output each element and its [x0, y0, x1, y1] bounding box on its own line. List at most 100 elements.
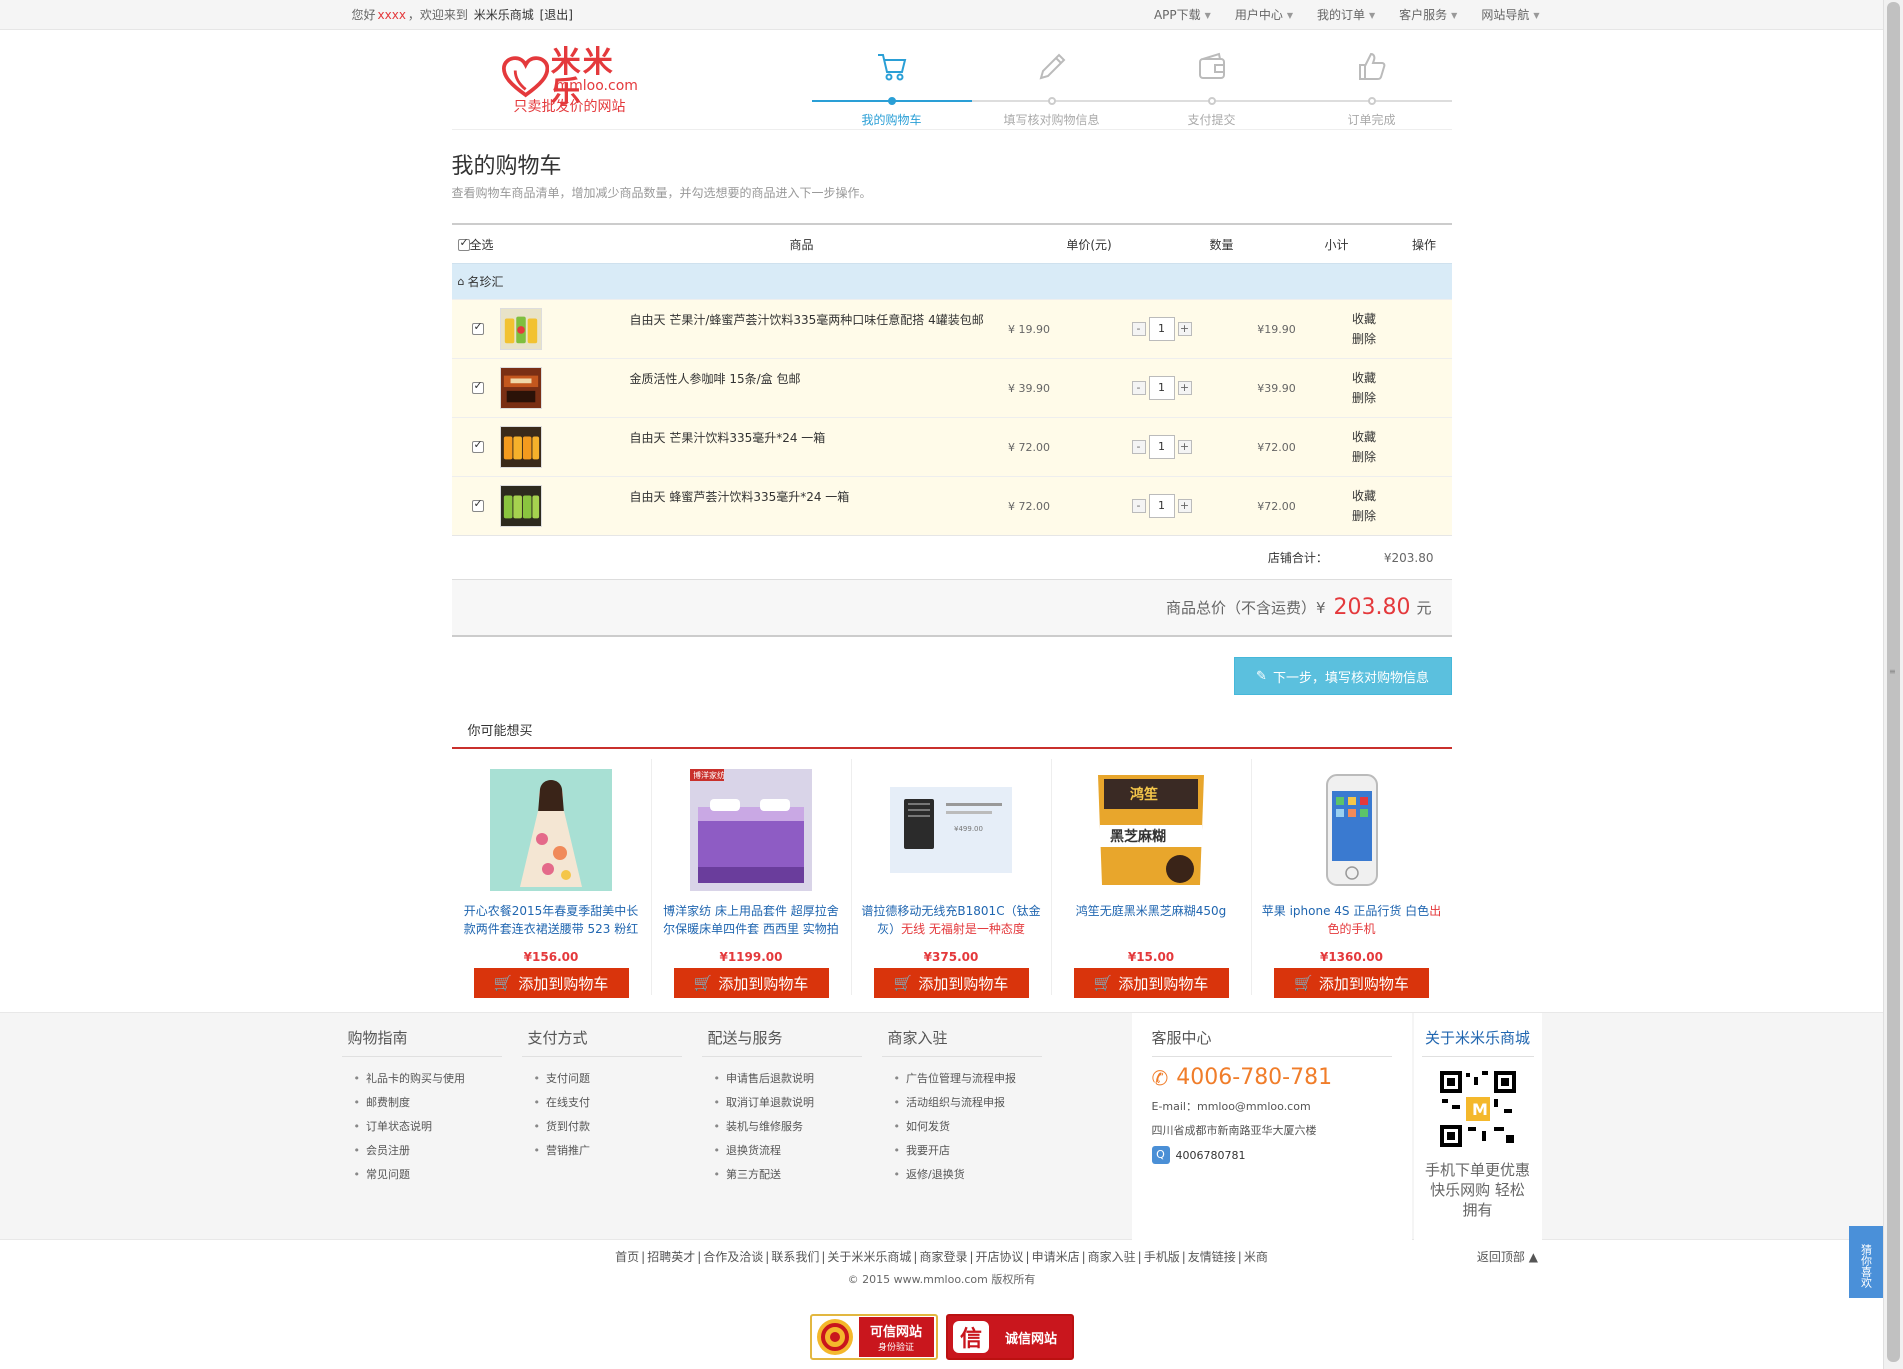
guess-you-like-tab[interactable]: 猜你喜欢 — [1849, 1226, 1883, 1298]
add-to-cart-button[interactable]: 🛒 添加到购物车 — [1274, 968, 1429, 998]
qty-decrease-button[interactable]: - — [1131, 322, 1146, 336]
footer-link[interactable]: 我要开店 — [894, 1139, 1042, 1163]
trusted-site-badge[interactable]: 可信网站 身份验证 — [809, 1314, 938, 1360]
page-scrollbar[interactable]: ≡ — [1883, 0, 1903, 1369]
footer-bottom-link[interactable]: 联系我们 — [771, 1250, 819, 1264]
footer-link[interactable]: 退换货流程 — [714, 1139, 862, 1163]
menu-user-center[interactable]: 用户中心 ▼ — [1223, 0, 1305, 31]
footer-bottom-link[interactable]: 关于米米乐商城 — [827, 1250, 911, 1264]
footer-link[interactable]: 礼品卡的购买与使用 — [354, 1067, 502, 1091]
delete-link[interactable]: 删除 — [1337, 506, 1392, 526]
favorite-link[interactable]: 收藏 — [1337, 368, 1392, 388]
footer-link[interactable]: 会员注册 — [354, 1139, 502, 1163]
product-title-link[interactable]: 谱拉德移动无线充B1801C（钛金灰）无线 无福射是一种态度 — [861, 904, 1040, 936]
username-link[interactable]: xxxx — [378, 8, 406, 22]
favorite-link[interactable]: 收藏 — [1337, 427, 1392, 447]
add-to-cart-button[interactable]: 🛒 添加到购物车 — [1073, 968, 1229, 998]
qq-icon[interactable]: Q — [1151, 1146, 1170, 1164]
menu-my-orders[interactable]: 我的订单 ▼ — [1305, 0, 1387, 31]
footer-link[interactable]: 活动组织与流程申报 — [894, 1091, 1042, 1115]
delete-link[interactable]: 删除 — [1337, 329, 1392, 349]
add-to-cart-label: 添加到购物车 — [718, 974, 809, 993]
cart-table: 全选 商品 单价(元) 数量 小计 操作 ⌂ 名珍汇 自由天 芒果汁/蜂蜜芦荟汁… — [451, 223, 1452, 637]
footer-bottom-link[interactable]: 合作及洽谈 — [703, 1250, 763, 1264]
footer-link[interactable]: 广告位管理与流程申报 — [894, 1067, 1042, 1091]
qty-increase-button[interactable]: + — [1177, 499, 1192, 513]
product-image[interactable] — [1290, 769, 1413, 891]
product-title-link[interactable]: 鸿笙无庭黑米黑芝麻糊450g — [1076, 904, 1227, 918]
qty-increase-button[interactable]: + — [1177, 322, 1192, 336]
product-name-link[interactable]: 自由天 芒果汁/蜂蜜芦荟汁饮料335毫两种口味任意配搭 4罐装包邮 — [630, 311, 984, 328]
qty-input[interactable]: 1 — [1148, 435, 1175, 459]
product-image[interactable]: ¥499.00 — [890, 769, 1012, 891]
footer-link[interactable]: 第三方配送 — [714, 1163, 862, 1187]
cart-item-row: 金质活性人参咖啡 15条/盒 包邮 ¥ 39.90 -1+ ¥39.90 收藏删… — [451, 358, 1452, 417]
footer-link[interactable]: 装机与维修服务 — [714, 1115, 862, 1139]
add-to-cart-button[interactable]: 🛒 添加到购物车 — [473, 968, 629, 998]
quantity-stepper: -1 + — [1131, 317, 1192, 341]
qty-decrease-button[interactable]: - — [1131, 381, 1146, 395]
main-content: 我的购物车 查看购物车商品清单，增加减少商品数量，并勾选想要的商品进入下一步操作… — [451, 148, 1452, 998]
footer-bottom-link[interactable]: 米商 — [1244, 1250, 1268, 1264]
menu-site-nav[interactable]: 网站导航 ▼ — [1469, 0, 1551, 31]
qty-decrease-button[interactable]: - — [1131, 499, 1146, 513]
footer-link[interactable]: 如何发货 — [894, 1115, 1042, 1139]
footer-link[interactable]: 返修/退换货 — [894, 1163, 1042, 1187]
footer-bottom-link[interactable]: 商家入驻 — [1088, 1250, 1136, 1264]
footer-link[interactable]: 货到付款 — [534, 1115, 682, 1139]
footer-bottom-link[interactable]: 开店协议 — [976, 1250, 1024, 1264]
footer-link[interactable]: 订单状态说明 — [354, 1115, 502, 1139]
qty-input[interactable]: 1 — [1148, 494, 1175, 518]
qty-increase-button[interactable]: + — [1177, 440, 1192, 454]
next-step-button[interactable]: ✎ 下一步，填写核对购物信息 — [1233, 657, 1452, 695]
item-checkbox[interactable] — [471, 379, 484, 394]
qty-input[interactable]: 1 — [1148, 376, 1175, 400]
footer-bottom-link[interactable]: 申请米店 — [1032, 1250, 1080, 1264]
shop-name-link[interactable]: 名珍汇 — [467, 273, 503, 290]
footer-bottom-link[interactable]: 招聘英才 — [647, 1250, 695, 1264]
favorite-link[interactable]: 收藏 — [1337, 309, 1392, 329]
product-name-link[interactable]: 金质活性人参咖啡 15条/盒 包邮 — [630, 370, 801, 387]
back-to-top-link[interactable]: 返回顶部 ▲ — [1477, 1248, 1538, 1265]
delete-link[interactable]: 删除 — [1337, 388, 1392, 408]
product-image[interactable] — [490, 769, 612, 891]
favorite-link[interactable]: 收藏 — [1337, 486, 1392, 506]
add-to-cart-button[interactable]: 🛒 添加到购物车 — [673, 968, 829, 998]
product-image[interactable]: 鸿笙黑芝麻糊 — [1090, 769, 1212, 891]
delete-link[interactable]: 删除 — [1337, 447, 1392, 467]
footer-link[interactable]: 营销推广 — [534, 1139, 682, 1163]
integrity-site-badge[interactable]: 信 诚信网站 — [945, 1314, 1074, 1360]
item-checkbox[interactable] — [471, 497, 484, 512]
footer-link[interactable]: 申请售后退款说明 — [714, 1067, 862, 1091]
product-title-link[interactable]: 博洋家纺 床上用品套件 超厚拉舍尔保暖床单四件套 西西里 实物拍 — [663, 904, 839, 936]
qty-decrease-button[interactable]: - — [1131, 440, 1146, 454]
site-logo[interactable]: 米米乐 mmloo.com 只卖批发价的网站 — [501, 48, 642, 118]
site-name-link[interactable]: 米米乐商城 — [474, 8, 534, 22]
scrollbar-thumb[interactable] — [1887, 2, 1900, 1362]
product-image[interactable]: 博洋家纺 — [690, 769, 812, 891]
product-title-link[interactable]: 苹果 iphone 4S 正品行货 白色出色的手机 — [1262, 904, 1441, 936]
footer-link[interactable]: 取消订单退款说明 — [714, 1091, 862, 1115]
footer-link[interactable]: 邮费制度 — [354, 1091, 502, 1115]
product-name-link[interactable]: 自由天 芒果汁饮料335毫升*24 一箱 — [630, 429, 826, 446]
footer-bottom-link[interactable]: 商家登录 — [919, 1250, 967, 1264]
footer-link[interactable]: 支付问题 — [534, 1067, 682, 1091]
step-payment: 支付提交 — [1132, 42, 1292, 127]
select-all-checkbox[interactable] — [457, 236, 470, 251]
product-name-link[interactable]: 自由天 蜂蜜芦荟汁饮料335毫升*24 一箱 — [630, 488, 850, 505]
item-checkbox[interactable] — [471, 438, 484, 453]
qty-input[interactable]: 1 — [1148, 317, 1175, 341]
about-title[interactable]: 关于米米乐商城 — [1421, 1027, 1534, 1057]
footer-bottom-link[interactable]: 首页 — [615, 1250, 639, 1264]
footer-bottom-link[interactable]: 友情链接 — [1188, 1250, 1236, 1264]
item-checkbox[interactable] — [471, 320, 484, 335]
footer-link[interactable]: 在线支付 — [534, 1091, 682, 1115]
product-title-link[interactable]: 开心农餐2015年春夏季甜美中长款两件套连衣裙送腰带 523 粉红 — [464, 904, 639, 936]
logout-link[interactable]: [退出] — [540, 8, 573, 22]
menu-app-download[interactable]: APP下载 ▼ — [1142, 0, 1223, 31]
qty-increase-button[interactable]: + — [1177, 381, 1192, 395]
footer-link[interactable]: 常见问题 — [354, 1163, 502, 1187]
add-to-cart-button[interactable]: 🛒 添加到购物车 — [873, 968, 1029, 998]
footer-bottom-link[interactable]: 手机版 — [1144, 1250, 1180, 1264]
menu-customer-service[interactable]: 客户服务 ▼ — [1387, 0, 1469, 31]
